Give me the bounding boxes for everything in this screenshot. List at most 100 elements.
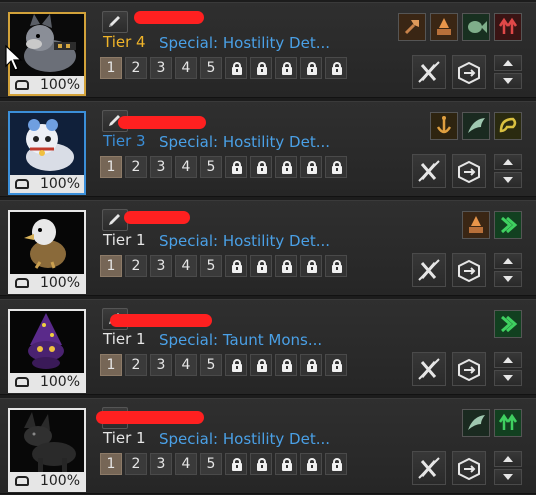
exchange-button[interactable] [452, 352, 486, 386]
saddle-icon [15, 476, 29, 486]
skill-slot[interactable]: 2 [125, 354, 147, 376]
wing-icon[interactable] [462, 409, 490, 437]
mouse-cursor-icon [5, 44, 23, 71]
exchange-button[interactable] [452, 55, 486, 89]
skill-slot[interactable]: 1 [100, 57, 122, 79]
move-down-button[interactable] [494, 370, 522, 386]
skill-slot[interactable]: 5 [200, 354, 222, 376]
move-down-button[interactable] [494, 172, 522, 188]
lock-icon [250, 57, 272, 79]
pet-portrait[interactable]: 100% [8, 111, 86, 195]
skill-slot[interactable]: 4 [175, 156, 197, 178]
skill-slot[interactable]: 3 [150, 354, 172, 376]
skill-slot[interactable]: 3 [150, 453, 172, 475]
skill-slot[interactable]: 3 [150, 57, 172, 79]
skill-slot[interactable]: 2 [125, 255, 147, 277]
lock-icon [300, 255, 322, 277]
move-up-button[interactable] [494, 253, 522, 269]
move-down-button[interactable] [494, 469, 522, 485]
pencil-icon [109, 16, 120, 27]
skill-slot[interactable]: 1 [100, 255, 122, 277]
exchange-box-icon [458, 61, 480, 85]
lock-icon [275, 156, 297, 178]
move-down-button[interactable] [494, 271, 522, 287]
skill-slot[interactable]: 2 [125, 156, 147, 178]
arrows-up-icon[interactable] [494, 409, 522, 437]
chevron-up-icon [503, 60, 513, 66]
pet-special-skill[interactable]: Special: Hostility Det... [159, 133, 330, 151]
skill-slot[interactable]: 3 [150, 255, 172, 277]
pet-row[interactable]: 100% Tier 4 Special: Hostility Det... 1 … [0, 2, 536, 98]
pet-portrait[interactable]: 100% [8, 210, 86, 294]
speed-icon[interactable] [494, 310, 522, 338]
lock-icon [275, 453, 297, 475]
lock-icon [300, 453, 322, 475]
move-up-button[interactable] [494, 154, 522, 170]
speed-icon[interactable] [494, 211, 522, 239]
pet-portrait[interactable]: 100% [8, 309, 86, 393]
campfire-icon[interactable] [462, 211, 490, 239]
lock-icon [225, 57, 247, 79]
skill-slot[interactable]: 1 [100, 453, 122, 475]
lock-icon [325, 57, 347, 79]
pet-row[interactable]: 100% Tier 1 Special: Hostility Det... 1 … [0, 398, 536, 494]
skill-slot[interactable]: 5 [200, 255, 222, 277]
no-combat-button[interactable] [412, 55, 446, 89]
chevron-up-icon [503, 159, 513, 165]
lock-icon [300, 354, 322, 376]
pet-row[interactable]: 100% Tier 3 Special: Hostility Det... 1 … [0, 101, 536, 197]
pet-name-redacted [118, 116, 206, 129]
campfire-icon[interactable] [430, 13, 458, 41]
pet-tier: Tier 1 [103, 429, 146, 447]
pet-condition-bar: 100% [10, 373, 84, 391]
exchange-button[interactable] [452, 451, 486, 485]
exchange-box-icon [458, 259, 480, 283]
no-combat-button[interactable] [412, 154, 446, 188]
skill-slot[interactable]: 4 [175, 255, 197, 277]
pet-image [10, 410, 84, 472]
skill-slot[interactable]: 4 [175, 453, 197, 475]
pet-row[interactable]: 100% Tier 1 Special: Taunt Mons... 1 2 3… [0, 299, 536, 395]
skill-slot[interactable]: 5 [200, 57, 222, 79]
skill-slot[interactable]: 4 [175, 354, 197, 376]
move-up-button[interactable] [494, 352, 522, 368]
move-down-button[interactable] [494, 73, 522, 89]
pet-condition-percent: 100% [39, 77, 80, 93]
lock-icon [250, 453, 272, 475]
skill-slot[interactable]: 3 [150, 156, 172, 178]
pet-special-skill[interactable]: Special: Taunt Mons... [159, 331, 322, 349]
no-combat-button[interactable] [412, 451, 446, 485]
pet-condition-bar: 100% [10, 76, 84, 94]
lock-icon [225, 156, 247, 178]
axe-icon[interactable] [398, 13, 426, 41]
move-up-button[interactable] [494, 55, 522, 71]
no-combat-button[interactable] [412, 253, 446, 287]
saddle-icon [15, 80, 29, 90]
skill-slot[interactable]: 4 [175, 57, 197, 79]
pet-row[interactable]: 100% Tier 1 Special: Hostility Det... 1 … [0, 200, 536, 296]
arrows-up-icon[interactable] [494, 13, 522, 41]
move-up-button[interactable] [494, 451, 522, 467]
rename-button[interactable] [102, 11, 128, 33]
skill-slot[interactable]: 5 [200, 156, 222, 178]
pet-image [10, 113, 84, 175]
pet-special-skill[interactable]: Special: Hostility Det... [159, 232, 330, 250]
skill-slot[interactable]: 1 [100, 156, 122, 178]
anchor-icon[interactable] [430, 112, 458, 140]
pet-condition-bar: 100% [10, 274, 84, 292]
skill-slot[interactable]: 5 [200, 453, 222, 475]
pet-special-skill[interactable]: Special: Hostility Det... [159, 34, 330, 52]
pet-portrait[interactable]: 100% [8, 408, 86, 492]
skill-slot[interactable]: 2 [125, 57, 147, 79]
wing-icon[interactable] [462, 112, 490, 140]
pet-condition-bar: 100% [10, 472, 84, 490]
pet-special-skill[interactable]: Special: Hostility Det... [159, 430, 330, 448]
horn-icon[interactable] [494, 112, 522, 140]
no-combat-button[interactable] [412, 352, 446, 386]
saddle-icon [15, 179, 29, 189]
exchange-button[interactable] [452, 154, 486, 188]
fish-icon[interactable] [462, 13, 490, 41]
exchange-button[interactable] [452, 253, 486, 287]
skill-slot[interactable]: 2 [125, 453, 147, 475]
skill-slot[interactable]: 1 [100, 354, 122, 376]
